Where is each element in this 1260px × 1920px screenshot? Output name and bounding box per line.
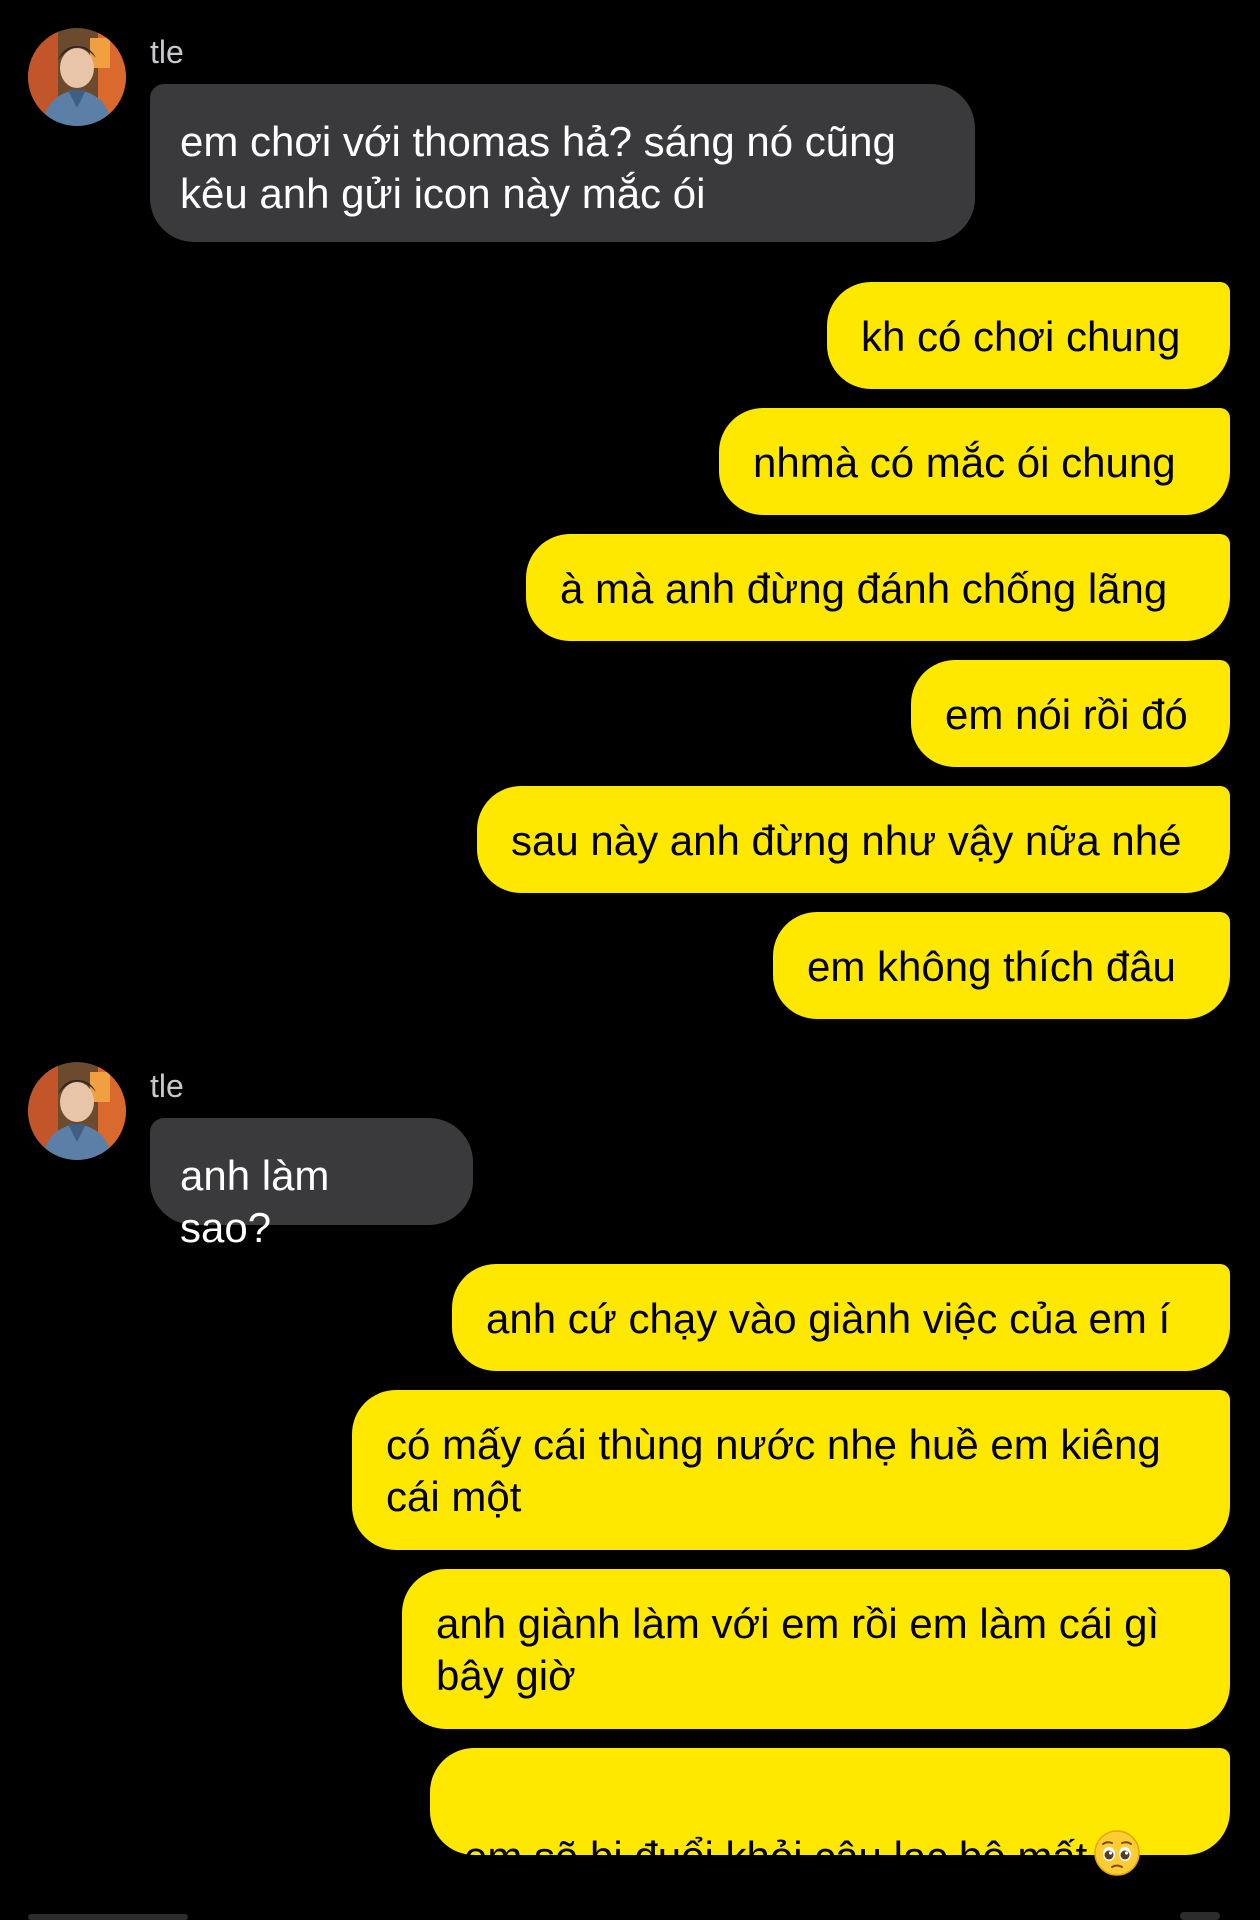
sent-message-bubble[interactable]: em sẽ bị đuổi khỏi câu lạc bộ mất	[430, 1748, 1230, 1880]
bottom-edge-hint	[1180, 1912, 1220, 1920]
avatar-photo-icon	[28, 1062, 126, 1160]
bottom-edge-hint	[28, 1914, 188, 1920]
sent-message-bubble[interactable]: anh cứ chạy vào giành việc của em í	[452, 1264, 1230, 1371]
sent-message-bubble[interactable]: nhmà có mắc ói chung	[719, 408, 1230, 515]
contact-avatar[interactable]	[28, 28, 126, 126]
message-text: em sẽ bị đuổi khỏi câu lạc bộ mất	[464, 1833, 1088, 1880]
sent-message-bubble[interactable]: kh có chơi chung	[827, 282, 1230, 389]
sent-message-bubble[interactable]: em nói rồi đó	[911, 660, 1230, 767]
received-message-bubble[interactable]: anh làm sao?	[150, 1118, 473, 1251]
sent-message-bubble[interactable]: à mà anh đừng đánh chống lãng	[526, 534, 1230, 641]
sent-message-bubble[interactable]: sau này anh đừng như vậy nữa nhé	[477, 786, 1230, 893]
chat-thread[interactable]: tle em chơi với thomas hả? sáng nó cũng …	[0, 0, 1260, 1920]
contact-avatar[interactable]	[28, 1062, 126, 1160]
pleading-face-icon	[1093, 1829, 1141, 1889]
avatar-photo-icon	[28, 28, 126, 126]
sent-message-bubble[interactable]: có mấy cái thùng nước nhẹ huề em kiêng c…	[352, 1390, 1230, 1550]
sent-message-bubble[interactable]: anh giành làm với em rồi em làm cái gì b…	[402, 1569, 1230, 1729]
sent-message-bubble[interactable]: em không thích đâu	[773, 912, 1230, 1019]
sender-name: tle	[150, 34, 184, 70]
received-message-bubble[interactable]: em chơi với thomas hả? sáng nó cũng kêu …	[150, 84, 975, 242]
sender-name: tle	[150, 1068, 184, 1104]
